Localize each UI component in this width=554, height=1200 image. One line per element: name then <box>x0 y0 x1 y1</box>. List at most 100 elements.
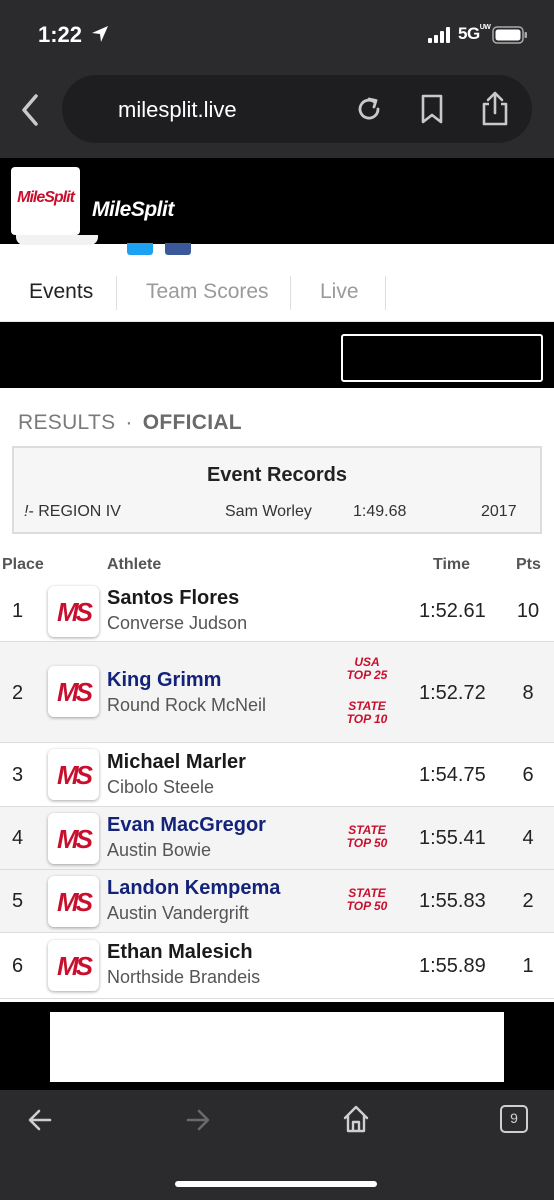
team-logo: MS <box>48 666 99 717</box>
row-pts: 4 <box>522 827 534 849</box>
results-separator: · <box>125 411 133 434</box>
network-label: 5G <box>458 24 480 43</box>
facebook-icon[interactable] <box>165 243 191 255</box>
row-pts: 6 <box>522 764 534 786</box>
athlete-school[interactable]: Austin Bowie <box>107 840 211 861</box>
results-official: OFFICIAL <box>142 411 242 434</box>
athlete-name[interactable]: Santos Flores <box>107 587 239 610</box>
results-label: RESULTS <box>18 411 116 434</box>
row-time: 1:55.83 <box>419 890 486 912</box>
event-select-box[interactable] <box>341 334 543 382</box>
result-row[interactable]: 2 MS King Grimm Round Rock McNeil USA TOP… <box>0 642 554 743</box>
row-pts: 10 <box>516 600 540 622</box>
ad-banner[interactable] <box>50 1012 504 1082</box>
tab-events[interactable]: Events <box>29 262 93 322</box>
athlete-school[interactable]: Converse Judson <box>107 613 247 634</box>
row-pts: 8 <box>522 682 534 704</box>
athlete-school[interactable]: Austin Vandergrift <box>107 903 249 924</box>
event-records: Event Records !- REGION IV Sam Worley 1:… <box>12 446 542 534</box>
usa-top25-badge: USA TOP 25 <box>337 656 397 682</box>
state-top10-badge: STATE TOP 10 <box>337 700 397 726</box>
tabs-count-button[interactable]: 9 <box>500 1105 528 1133</box>
result-row[interactable]: 3 MS Michael Marler Cibolo Steele 1:54.7… <box>0 743 554 807</box>
athlete-school[interactable]: Cibolo Steele <box>107 777 214 798</box>
athlete-name[interactable]: Evan MacGregor <box>107 814 266 837</box>
record-athlete: Sam Worley <box>225 503 312 520</box>
event-records-title: Event Records <box>206 464 348 486</box>
location-arrow-icon <box>92 26 108 42</box>
row-place: 4 <box>12 827 24 849</box>
site-logo[interactable]: MileSplit <box>11 167 80 235</box>
results-status: RESULTS · OFFICIAL <box>18 411 242 435</box>
page-back-icon[interactable] <box>16 92 44 128</box>
athlete-name[interactable]: Ethan Malesich <box>107 941 253 964</box>
back-arrow-icon[interactable] <box>26 1106 54 1134</box>
row-place: 1 <box>12 600 24 622</box>
share-icon[interactable] <box>480 90 510 126</box>
reload-icon[interactable] <box>354 94 384 124</box>
url-text[interactable]: milesplit.live <box>118 97 237 123</box>
logo-shadow <box>16 235 98 245</box>
row-time: 1:55.41 <box>419 827 486 849</box>
home-indicator <box>175 1181 377 1187</box>
team-logo: MS <box>48 876 99 927</box>
row-pts: 2 <box>522 890 534 912</box>
forward-arrow-icon[interactable] <box>184 1106 212 1134</box>
tab-live[interactable]: Live <box>320 262 359 322</box>
result-row[interactable]: 6 MS Ethan Malesich Northside Brandeis 1… <box>0 933 554 999</box>
tab-divider <box>116 276 117 310</box>
row-pts: 1 <box>522 955 534 977</box>
team-logo-text: MS <box>57 760 93 790</box>
col-place: Place <box>2 556 44 573</box>
team-logo-text: MS <box>57 824 93 854</box>
network-indicator: 5GUW <box>458 24 491 44</box>
badge-line2: TOP 10 <box>346 712 388 726</box>
row-place: 2 <box>12 682 24 704</box>
badge-line2: TOP 50 <box>346 899 388 913</box>
team-logo: MS <box>48 749 99 800</box>
team-logo-text: MS <box>57 951 93 981</box>
record-time: 1:49.68 <box>353 503 407 520</box>
team-logo-text: MS <box>57 597 93 627</box>
network-sublabel: UW <box>479 24 491 31</box>
result-row[interactable]: 4 MS Evan MacGregor Austin Bowie STATE TO… <box>0 807 554 870</box>
athlete-school[interactable]: Round Rock McNeil <box>107 695 266 716</box>
row-time: 1:52.72 <box>419 682 486 704</box>
result-row[interactable]: 5 MS Landon Kempema Austin Vandergrift S… <box>0 870 554 933</box>
status-time: 1:22 <box>38 22 83 47</box>
tab-team-scores[interactable]: Team Scores <box>146 262 269 322</box>
tab-divider <box>385 276 386 310</box>
athlete-name[interactable]: Michael Marler <box>107 751 246 774</box>
site-header <box>0 158 554 244</box>
col-time: Time <box>433 556 471 573</box>
bookmark-icon[interactable] <box>420 94 444 124</box>
athlete-school[interactable]: Northside Brandeis <box>107 967 260 988</box>
result-row[interactable]: 1 MS Santos Flores Converse Judson 1:52.… <box>0 580 554 642</box>
badge-line2: TOP 25 <box>346 668 388 682</box>
team-logo: MS <box>48 940 99 991</box>
twitter-icon[interactable] <box>127 243 153 255</box>
team-logo: MS <box>48 586 99 637</box>
record-year: 2017 <box>481 503 517 520</box>
team-logo-text: MS <box>57 887 93 917</box>
record-name: !- REGION IV <box>24 503 121 521</box>
state-top50-badge: STATE TOP 50 <box>337 887 397 913</box>
team-logo: MS <box>48 813 99 864</box>
col-pts: Pts <box>516 556 541 573</box>
row-time: 1:55.89 <box>419 955 486 977</box>
col-athlete: Athlete <box>107 556 162 573</box>
site-brand[interactable]: MileSplit <box>92 198 174 222</box>
row-time: 1:52.61 <box>419 600 486 622</box>
state-top50-badge: STATE TOP 50 <box>337 824 397 850</box>
record-name-text: - REGION IV <box>28 503 121 520</box>
tab-divider <box>290 276 291 310</box>
team-logo-text: MS <box>57 677 93 707</box>
home-icon[interactable] <box>342 1104 370 1134</box>
row-place: 6 <box>12 955 24 977</box>
badge-line2: TOP 50 <box>346 836 388 850</box>
row-place: 5 <box>12 890 24 912</box>
athlete-name[interactable]: Landon Kempema <box>107 877 280 900</box>
cellular-signal-icon <box>428 27 450 43</box>
athlete-name[interactable]: King Grimm <box>107 669 221 692</box>
row-place: 3 <box>12 764 24 786</box>
